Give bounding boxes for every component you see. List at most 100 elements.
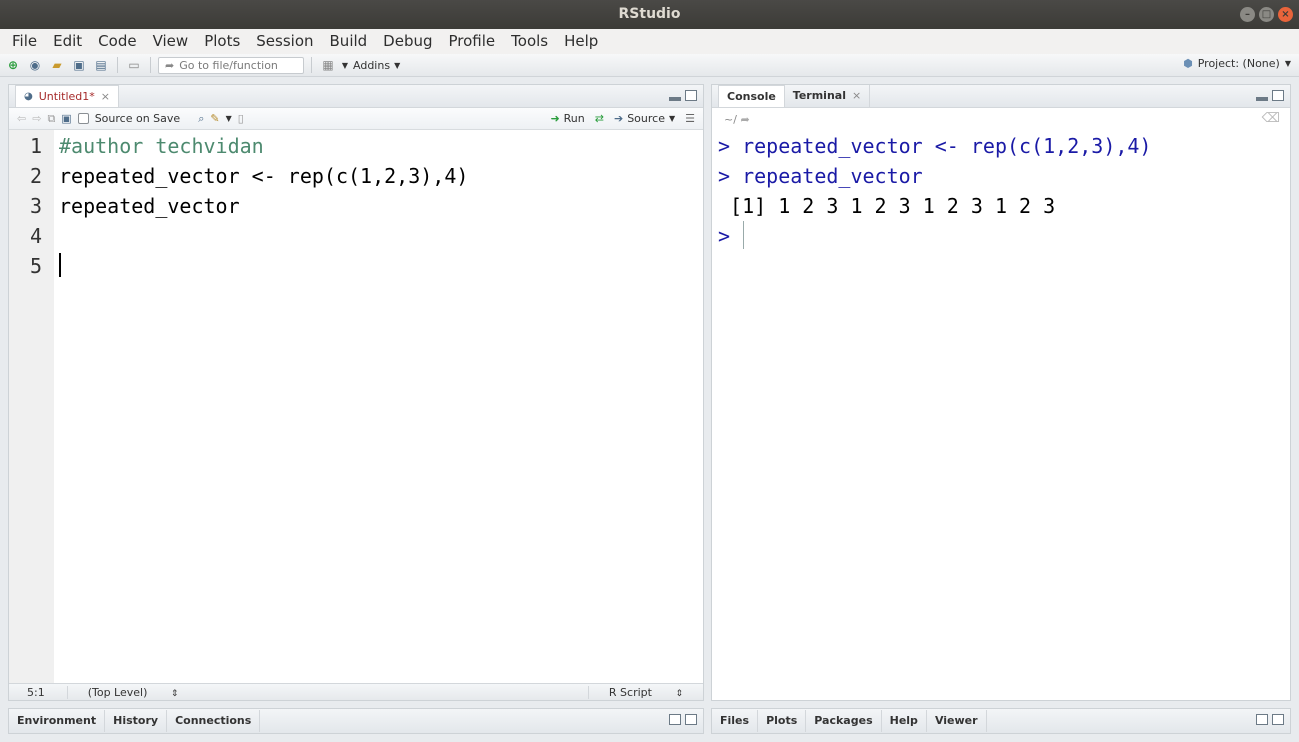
rerun-icon[interactable]: ⇄ bbox=[595, 112, 604, 125]
project-label: Project: (None) bbox=[1197, 57, 1280, 70]
menu-session[interactable]: Session bbox=[248, 29, 321, 54]
go-to-directory-icon[interactable]: ➦ bbox=[740, 113, 749, 126]
code-area[interactable]: #author techvidan repeated_vector <- rep… bbox=[9, 130, 703, 683]
close-tab-icon[interactable]: × bbox=[101, 86, 110, 108]
chevron-updown-icon: ⇕ bbox=[170, 688, 179, 699]
document-outline-icon[interactable]: ☰ bbox=[685, 112, 695, 125]
project-icon: ⬢ bbox=[1183, 57, 1193, 70]
editor-status-bar: 5:1 (Top Level) ⇕ R Script ⇕ bbox=[9, 683, 703, 700]
menu-file[interactable]: File bbox=[4, 29, 45, 54]
toolbar-divider bbox=[117, 57, 118, 73]
new-project-icon[interactable]: ◉ bbox=[26, 57, 44, 73]
scope-label: (Top Level) bbox=[87, 685, 148, 699]
code-line: #author techvidan bbox=[59, 134, 264, 158]
compile-report-icon[interactable]: ▯ bbox=[238, 112, 244, 125]
run-button[interactable]: ➜ Run bbox=[550, 112, 584, 125]
clear-console-icon[interactable]: ⌫ bbox=[1262, 111, 1280, 126]
menu-tools[interactable]: Tools bbox=[503, 29, 556, 54]
menu-plots[interactable]: Plots bbox=[196, 29, 248, 54]
goto-file-function-input[interactable]: ➦ Go to file/function bbox=[158, 56, 304, 74]
maximize-pane-button[interactable] bbox=[685, 714, 697, 725]
menu-code[interactable]: Code bbox=[90, 29, 144, 54]
console-line: > repeated_vector bbox=[718, 164, 923, 188]
console-output[interactable]: > repeated_vector <- rep(c(1,2,3),4) > r… bbox=[712, 130, 1290, 700]
source-on-save-checkbox[interactable] bbox=[77, 113, 89, 124]
tab-connections[interactable]: Connections bbox=[167, 710, 261, 732]
console-pane: Console Terminal × ~/ ➦ ⌫ > repeated_vec… bbox=[711, 84, 1291, 701]
menu-build[interactable]: Build bbox=[322, 29, 376, 54]
restore-pane-button[interactable] bbox=[669, 714, 681, 725]
cursor-position: 5:1 bbox=[27, 685, 45, 699]
minimize-pane-button[interactable] bbox=[669, 97, 681, 101]
tab-history[interactable]: History bbox=[105, 710, 168, 732]
tab-help[interactable]: Help bbox=[882, 710, 927, 732]
code-line: repeated_vector bbox=[59, 194, 240, 218]
save-icon[interactable]: ▣ bbox=[70, 57, 88, 73]
maximize-pane-button[interactable] bbox=[685, 90, 697, 101]
maximize-pane-button[interactable] bbox=[1272, 90, 1284, 101]
print-icon[interactable]: ▭ bbox=[125, 57, 143, 73]
goto-placeholder: Go to file/function bbox=[179, 58, 278, 72]
open-file-icon[interactable]: ▰ bbox=[48, 57, 66, 73]
menu-bar: File Edit Code View Plots Session Build … bbox=[0, 29, 1299, 54]
save-icon[interactable]: ▣ bbox=[61, 112, 71, 125]
project-menu-button[interactable]: ⬢ Project: (None) ▼ bbox=[1183, 57, 1291, 70]
forward-arrow-icon[interactable]: ⇨ bbox=[32, 112, 41, 125]
console-prompt: > bbox=[718, 224, 731, 248]
menu-help[interactable]: Help bbox=[556, 29, 606, 54]
tab-console[interactable]: Console bbox=[718, 85, 785, 107]
tab-terminal[interactable]: Terminal × bbox=[785, 85, 871, 107]
show-in-window-icon[interactable]: ⧉ bbox=[47, 112, 55, 126]
tab-files[interactable]: Files bbox=[712, 710, 759, 732]
close-window-button[interactable]: × bbox=[1278, 7, 1293, 22]
tab-label: Help bbox=[889, 714, 918, 727]
chevron-down-icon[interactable]: ▼ bbox=[226, 114, 232, 123]
chevron-down-icon: ▼ bbox=[668, 114, 676, 123]
tab-label: Console bbox=[727, 89, 776, 103]
maximize-window-button[interactable]: □ bbox=[1259, 7, 1274, 22]
restore-pane-button[interactable] bbox=[1256, 714, 1268, 725]
back-arrow-icon[interactable]: ⇦ bbox=[17, 112, 26, 125]
close-tab-icon[interactable]: × bbox=[852, 85, 861, 107]
tab-untitled1[interactable]: ◕ Untitled1* × bbox=[15, 85, 119, 107]
chevron-down-icon: ▼ bbox=[1284, 59, 1291, 68]
menu-profile[interactable]: Profile bbox=[441, 29, 504, 54]
tab-plots[interactable]: Plots bbox=[758, 710, 807, 732]
menu-view[interactable]: View bbox=[145, 29, 197, 54]
tab-label: Packages bbox=[814, 714, 873, 727]
tab-label: Viewer bbox=[934, 714, 978, 727]
tab-packages[interactable]: Packages bbox=[806, 710, 882, 732]
chevron-down-icon: ▼ bbox=[394, 60, 401, 70]
minimize-window-button[interactable]: – bbox=[1240, 7, 1255, 22]
source-arrow-icon: ➔ bbox=[613, 112, 624, 125]
chevron-down-icon[interactable]: ▼ bbox=[341, 57, 349, 73]
title-bar: RStudio – □ × bbox=[0, 0, 1299, 29]
tab-label: Terminal bbox=[792, 89, 846, 102]
search-icon[interactable]: ⌕ bbox=[198, 112, 204, 126]
tab-label: History bbox=[113, 714, 159, 727]
maximize-pane-button[interactable] bbox=[1272, 714, 1284, 725]
console-tab-bar: Console Terminal × bbox=[712, 85, 1290, 108]
tab-environment[interactable]: Environment bbox=[9, 710, 106, 732]
tab-viewer[interactable]: Viewer bbox=[927, 710, 987, 732]
console-cursor bbox=[743, 221, 744, 249]
menu-edit[interactable]: Edit bbox=[45, 29, 90, 54]
files-pane: Files Plots Packages Help Viewer bbox=[711, 708, 1291, 734]
tab-label: Environment bbox=[17, 714, 97, 727]
environment-pane: Environment History Connections bbox=[8, 708, 704, 734]
code-tools-wand-icon[interactable]: ✎ bbox=[210, 112, 219, 125]
editor-toolbar: ⇦ ⇨ ⧉ ▣ Source on Save ⌕ ✎ ▼ ▯ ➜ Run ⇄ ➔… bbox=[9, 108, 703, 130]
workspace-panes-icon[interactable]: ▦ bbox=[319, 57, 337, 73]
console-line: [1] 1 2 3 1 2 3 1 2 3 1 2 3 bbox=[718, 194, 1056, 218]
minimize-pane-button[interactable] bbox=[1256, 97, 1268, 101]
save-all-icon[interactable]: ▤ bbox=[92, 57, 110, 73]
source-label: Source bbox=[627, 112, 665, 125]
tab-label: Untitled1* bbox=[38, 89, 95, 103]
file-type-label: R Script bbox=[608, 685, 652, 699]
menu-debug[interactable]: Debug bbox=[375, 29, 440, 54]
scope-selector[interactable]: (Top Level) ⇕ bbox=[66, 685, 199, 699]
file-type-selector[interactable]: R Script ⇕ bbox=[587, 685, 703, 699]
new-file-icon[interactable]: ⊕ bbox=[4, 57, 22, 73]
addins-menu-button[interactable]: Addins ▼ bbox=[353, 59, 400, 72]
source-button[interactable]: ➔ Source ▼ bbox=[614, 112, 675, 125]
